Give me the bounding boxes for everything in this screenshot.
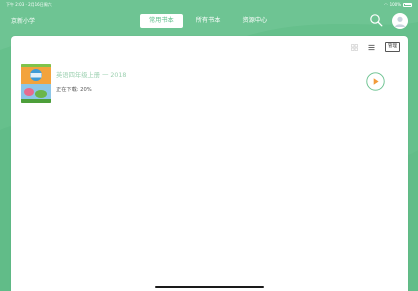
book-title: 英语四年级上册 一 2018 [56,72,127,79]
search-icon[interactable] [369,13,383,27]
battery-icon [403,2,412,7]
grid-view-icon[interactable] [351,43,358,51]
tab-all-books[interactable]: 所有书本 [187,14,230,28]
view-toolbar: 管理 [351,42,400,52]
book-cover-image[interactable] [21,64,51,103]
download-status: 正在下载: 20% [56,87,92,93]
play-button[interactable] [366,72,385,91]
home-indicator [155,286,264,288]
tab-common-books[interactable]: 常用书本 [140,14,183,28]
tab-resource-center[interactable]: 资源中心 [234,14,277,28]
manage-button[interactable]: 管理 [385,42,400,52]
school-name: 京新小学 [11,18,36,25]
status-bar: 下午 2:03 · 2月16日周六 ◠ 100% [0,0,418,9]
status-time-date: 下午 2:03 · 2月16日周六 [6,2,52,7]
wifi-icon: ◠ [384,2,388,7]
status-indicators: ◠ 100% [384,0,412,9]
battery-percent: 100% [389,2,401,7]
books-panel: 管理 英语四年级上册 一 2018 正在下载: 20% [11,36,408,291]
main-tabs: 常用书本 所有书本 资源中心 [140,14,276,28]
user-avatar-icon[interactable] [392,13,408,29]
list-view-icon[interactable] [368,44,375,51]
book-item[interactable]: 英语四年级上册 一 2018 正在下载: 20% [21,64,396,104]
